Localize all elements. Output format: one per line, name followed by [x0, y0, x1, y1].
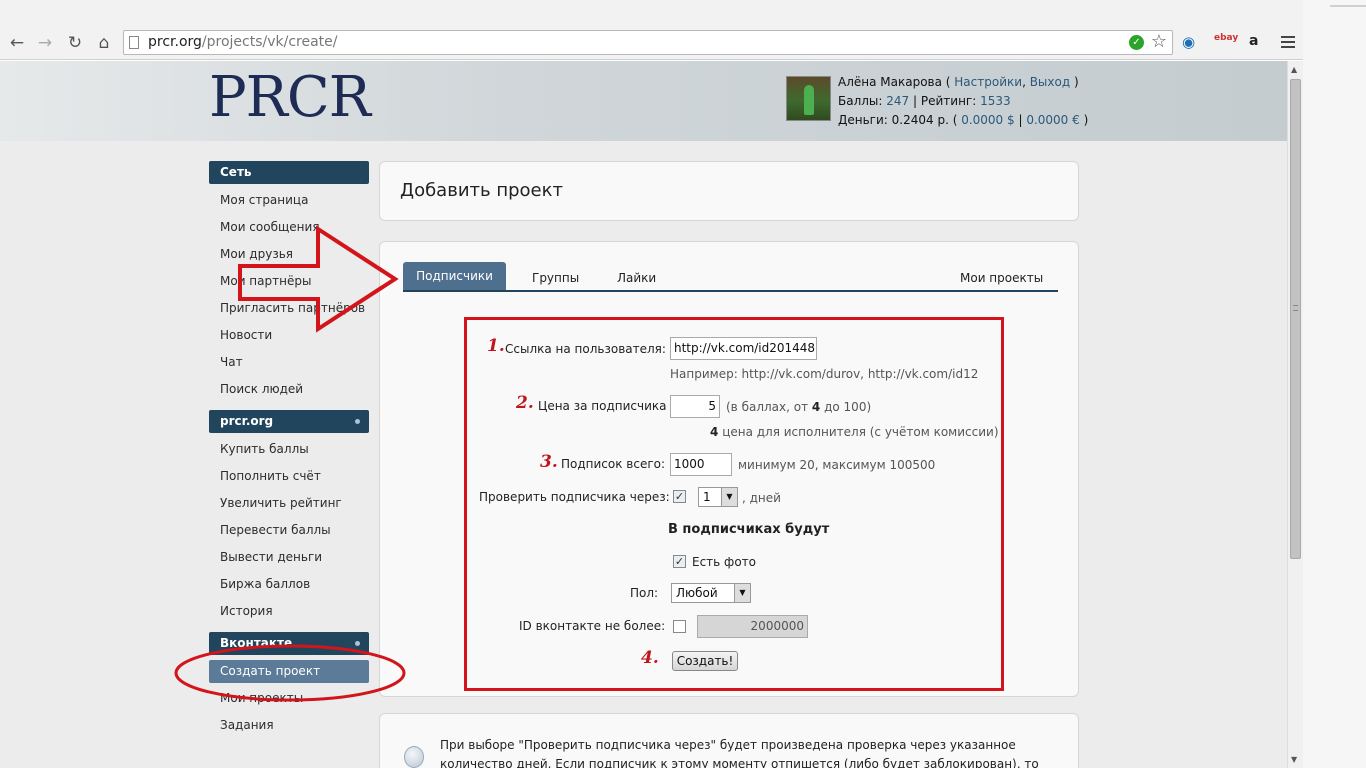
back-icon[interactable]: ← [6, 32, 28, 54]
annotation-ellipse [174, 644, 406, 702]
desktop-area [1303, 0, 1366, 768]
forward-icon[interactable]: → [34, 32, 56, 54]
reload-icon[interactable]: ↻ [64, 32, 86, 54]
scrollbar[interactable]: ▲ ▼ [1287, 61, 1303, 768]
scroll-up-icon[interactable]: ▲ [1291, 65, 1297, 74]
extension-icon[interactable]: ◉ [1182, 33, 1195, 51]
annotation-arrow [238, 225, 399, 333]
page: PRCR Алёна Макарова ( Настройки, Выход )… [0, 61, 1287, 768]
scroll-down-icon[interactable]: ▼ [1291, 755, 1297, 764]
url-text[interactable]: prcr.org/projects/vk/create/ [148, 34, 338, 50]
annotation-overlay [174, 225, 406, 702]
check-icon[interactable]: ✓ [1129, 35, 1144, 50]
address-bar[interactable]: prcr.org/projects/vk/create/ ✓ ☆ [123, 30, 1173, 55]
page-icon [129, 36, 139, 49]
home-icon[interactable]: ⌂ [93, 32, 115, 54]
menu-icon[interactable] [1281, 36, 1295, 51]
scroll-thumb[interactable] [1290, 79, 1301, 559]
amazon-icon[interactable]: a [1249, 33, 1258, 49]
ebay-icon[interactable]: ebay [1214, 33, 1238, 43]
star-icon[interactable]: ☆ [1151, 31, 1167, 52]
browser-toolbar: ← → ↻ ⌂ prcr.org/projects/vk/create/ ✓ ☆… [0, 0, 1303, 60]
